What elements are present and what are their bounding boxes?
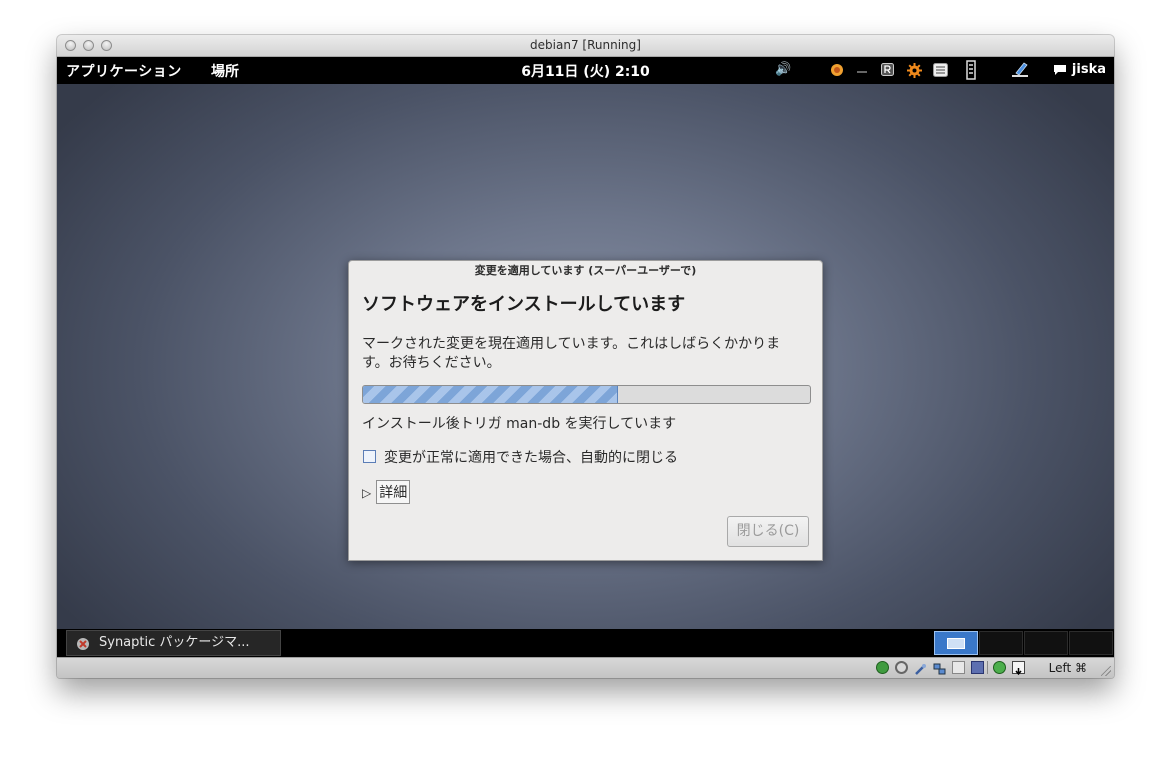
separator-icon xyxy=(857,71,867,73)
dialog-title: 変更を適用しています (スーパーユーザーで) xyxy=(474,264,697,277)
clock[interactable]: 6月11日 (火) 2:10 xyxy=(57,61,1114,81)
details-expander[interactable]: ▷ 詳細 xyxy=(362,480,411,504)
workspace-4[interactable] xyxy=(1069,631,1113,655)
virtualbox-window: debian7 [Running] アプリケーション 場所 6月11日 (火) … xyxy=(57,35,1114,678)
host-key-label: Left ⌘ xyxy=(1048,661,1087,675)
dialog-description: マークされた変更を現在適用しています。これはしばらくかかります。お待ちください。 xyxy=(362,336,781,371)
network-adapter-icon[interactable] xyxy=(933,661,946,675)
workspace-3[interactable] xyxy=(1024,631,1068,655)
workspace-2[interactable] xyxy=(979,631,1023,655)
network-icon[interactable] xyxy=(965,60,979,80)
desktop-background: 変更を適用しています (スーパーユーザーで) ソフトウェアをインストールしていま… xyxy=(57,84,1114,629)
synaptic-icon xyxy=(76,636,90,650)
user-menu[interactable]: jiska xyxy=(1072,62,1106,77)
guest-screen: アプリケーション 場所 6月11日 (火) 2:10 🔊 jiska 変更を適用… xyxy=(57,57,1114,657)
gnome-top-panel: アプリケーション 場所 6月11日 (火) 2:10 🔊 jiska xyxy=(57,57,1114,84)
mouse-integration-icon[interactable] xyxy=(993,661,1006,674)
hard-disk-icon[interactable] xyxy=(876,661,889,674)
volume-icon[interactable]: 🔊 xyxy=(775,63,791,77)
progress-status: インストール後トリガ man-db を実行しています xyxy=(362,416,677,432)
taskbar-item-label: Synaptic パッケージマ... xyxy=(99,635,250,650)
taskbar-item-synaptic[interactable]: Synaptic パッケージマ... xyxy=(66,630,281,656)
close-button[interactable]: 閉じる(C) xyxy=(727,516,809,547)
r-icon[interactable] xyxy=(881,63,894,77)
install-progress-bar xyxy=(362,385,811,404)
host-titlebar: debian7 [Running] xyxy=(57,35,1114,57)
progress-fill xyxy=(363,386,618,403)
details-label[interactable]: 詳細 xyxy=(376,480,411,504)
user-status-icon[interactable] xyxy=(1010,60,1030,78)
optical-drive-icon[interactable] xyxy=(895,661,908,674)
statusbar-divider xyxy=(987,661,988,674)
auto-close-label: 変更が正常に適用できた場合、自動的に閉じる xyxy=(384,450,678,466)
resize-grip-icon[interactable] xyxy=(1101,666,1111,676)
gnome-bottom-panel: Synaptic パッケージマ... xyxy=(57,629,1114,657)
workspace-1[interactable] xyxy=(934,631,978,655)
shared-folder-icon[interactable] xyxy=(952,661,965,674)
auto-close-checkbox[interactable] xyxy=(363,450,376,463)
display-icon[interactable] xyxy=(971,661,984,674)
host-window-title: debian7 [Running] xyxy=(530,38,641,52)
usb-icon[interactable] xyxy=(914,661,927,675)
expander-arrow-icon[interactable]: ▷ xyxy=(362,486,371,500)
virtualbox-statusbar: Left ⌘ xyxy=(57,657,1114,678)
apply-changes-dialog: 変更を適用しています (スーパーユーザーで) ソフトウェアをインストールしていま… xyxy=(348,260,823,561)
update-notifier-icon[interactable] xyxy=(830,63,844,77)
auto-close-option[interactable]: 変更が正常に適用できた場合、自動的に閉じる xyxy=(362,447,678,467)
gear-icon[interactable] xyxy=(907,63,922,78)
chat-icon[interactable] xyxy=(1053,64,1067,78)
dialog-heading: ソフトウェアをインストールしています xyxy=(362,294,686,315)
keyboard-capture-icon[interactable] xyxy=(1012,661,1025,676)
input-method-icon[interactable] xyxy=(933,63,948,77)
